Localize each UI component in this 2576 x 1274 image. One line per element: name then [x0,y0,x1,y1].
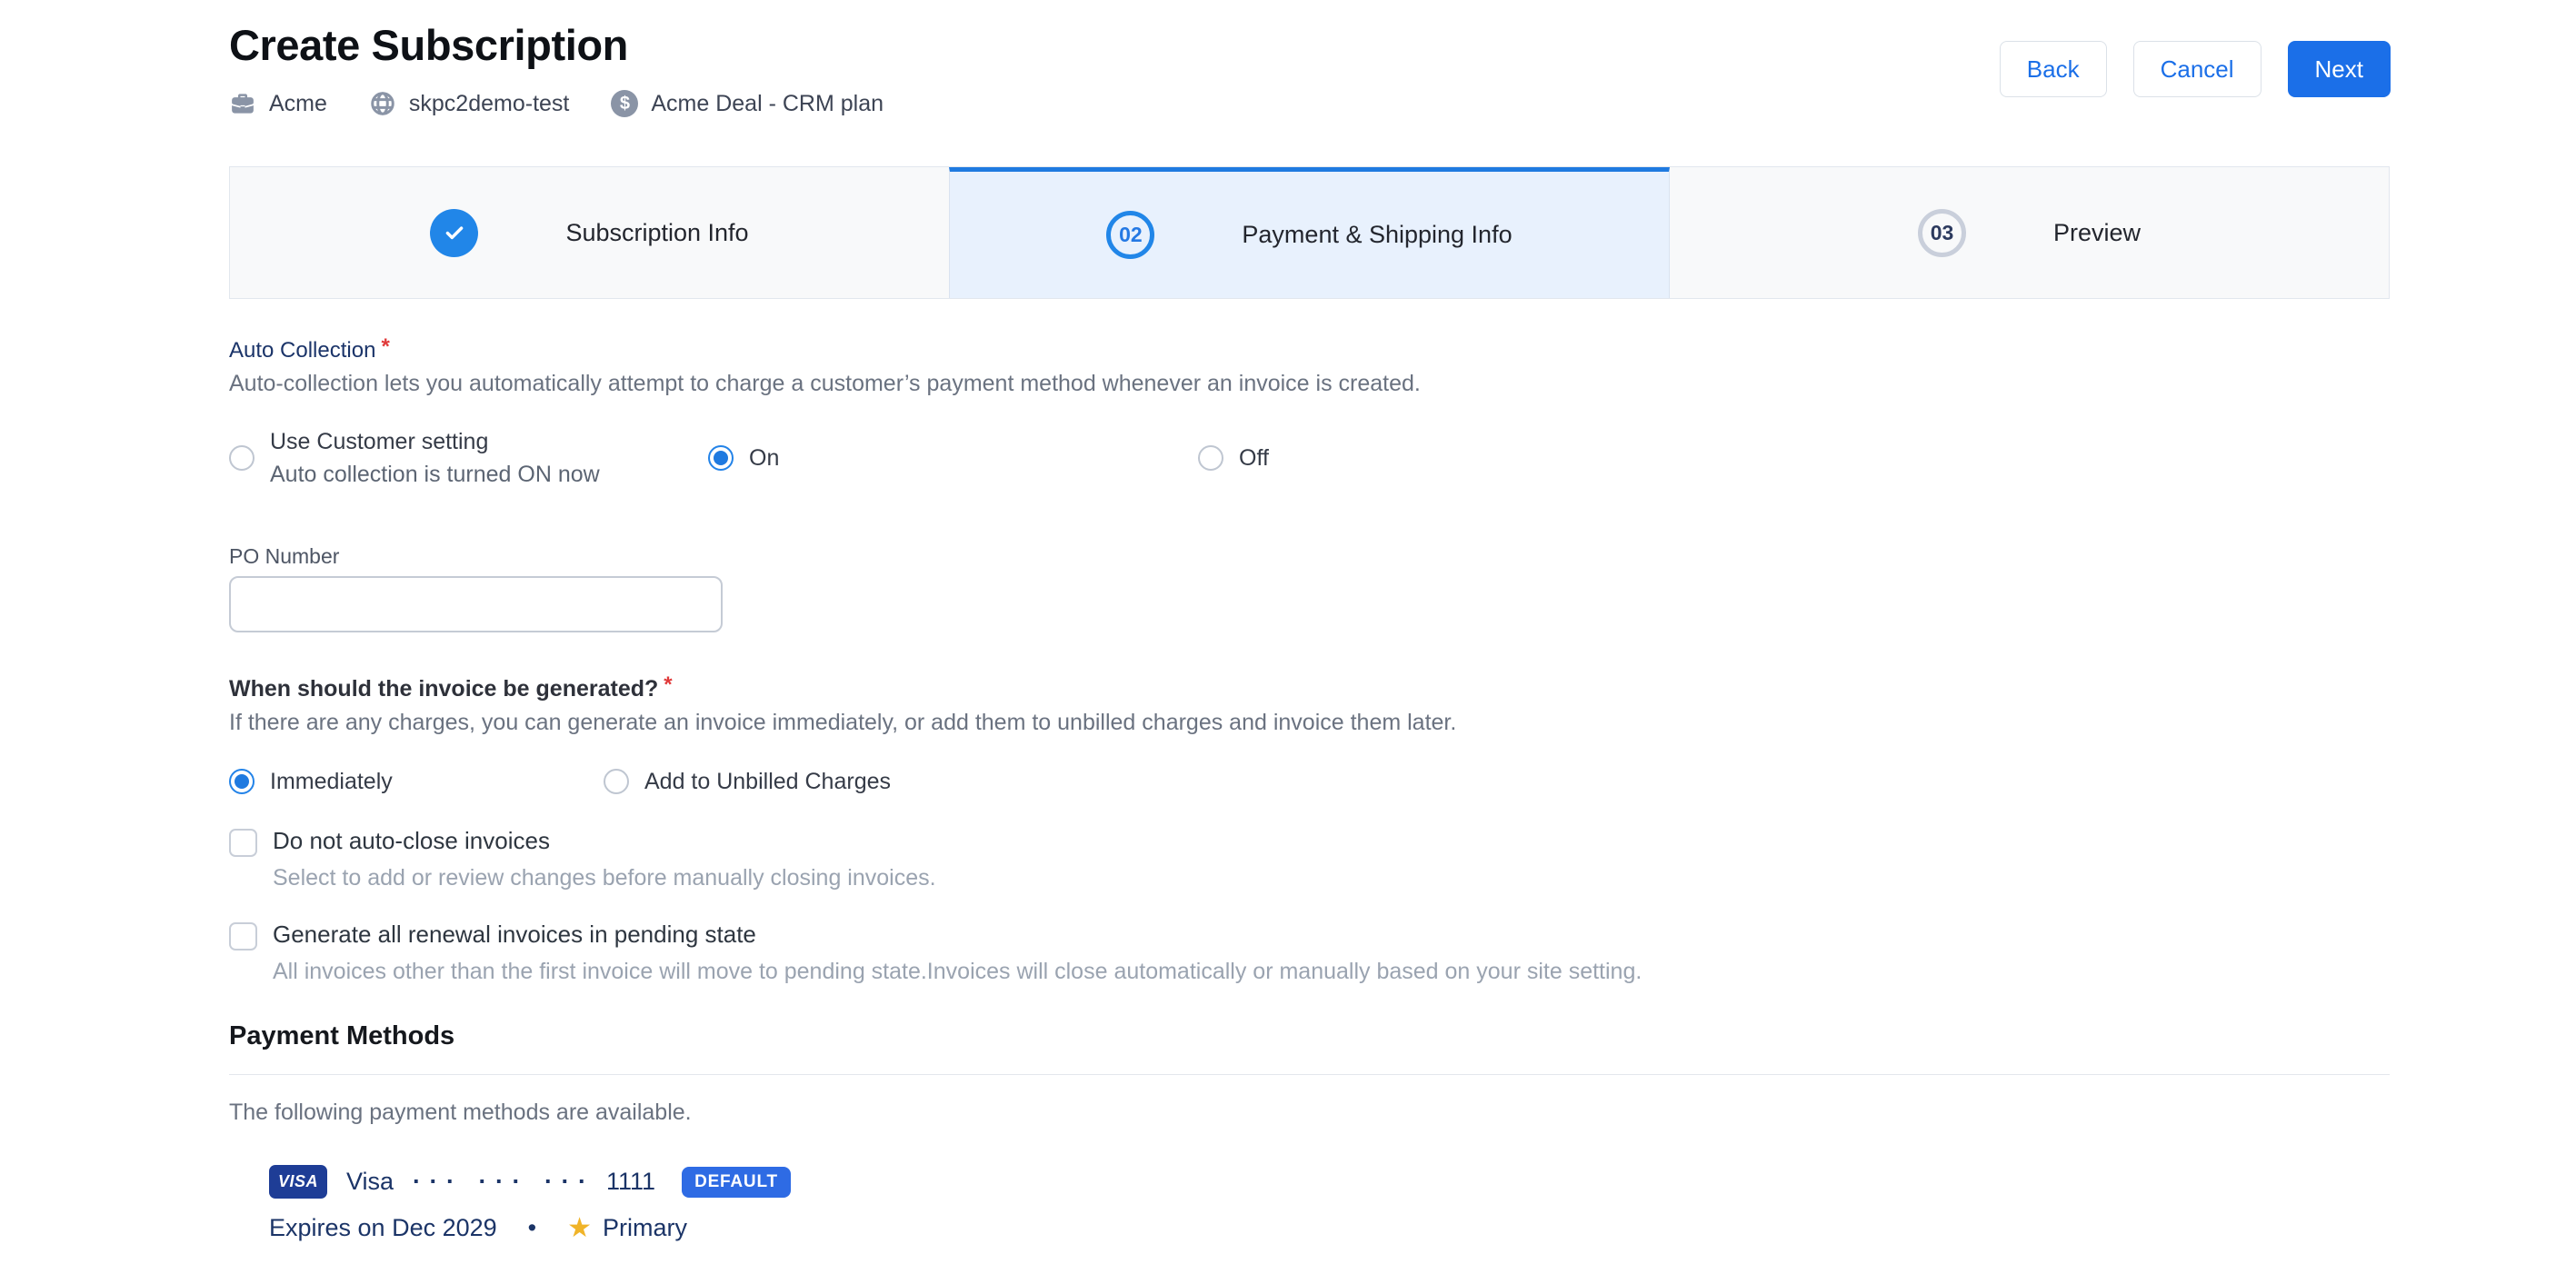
invoice-generation-label: When should the invoice be generated? * [229,676,673,702]
page-title: Create Subscription [229,20,628,70]
payment-method-card[interactable]: VISA Visa · · · · · · · · · 1111 DEFAULT… [269,1165,791,1244]
radio-use-customer-setting[interactable]: Use Customer setting Auto collection is … [229,423,600,493]
checkbox-renewal-pending-state[interactable]: Generate all renewal invoices in pending… [229,921,1642,985]
radio-label: On [749,445,779,472]
radio-add-to-unbilled-charges[interactable]: Add to Unbilled Charges [604,761,891,801]
back-button[interactable]: Back [2000,41,2107,97]
step-label: Payment & Shipping Info [1242,221,1512,249]
radio-label: Immediately [270,769,393,795]
step-label: Preview [2053,219,2141,247]
card-brand: Visa [346,1168,394,1196]
payment-method-subrow: Expires on Dec 2029 • ★ Primary [269,1212,791,1244]
breadcrumb-deal-label: Acme Deal - CRM plan [651,91,884,117]
primary-label: Primary [603,1214,687,1242]
breadcrumb-site: skpc2demo-test [369,90,569,117]
default-badge: DEFAULT [682,1167,791,1198]
checkbox-description: All invoices other than the first invoic… [273,959,1642,985]
card-masked-digits: · · · · · · · · · [413,1168,587,1196]
breadcrumb-customer: Acme [229,90,327,117]
step-number: 02 [1106,211,1154,259]
required-asterisk: * [664,674,672,696]
checkbox-icon[interactable] [229,922,257,951]
step-number: 03 [1918,209,1966,257]
checkbox-icon[interactable] [229,829,257,857]
divider [229,1074,2390,1075]
auto-collection-description: Auto-collection lets you automatically a… [229,371,1421,397]
invoice-generation-label-text: When should the invoice be generated? [229,676,658,702]
step-label: Subscription Info [565,219,748,247]
step-subscription-info[interactable]: Subscription Info [230,167,949,298]
radio-invoice-immediately[interactable]: Immediately [229,761,393,801]
radio-label: Off [1239,445,1269,472]
payment-methods-title: Payment Methods [229,1021,454,1051]
radio-icon-selected[interactable] [708,445,734,471]
radio-label: Use Customer setting [270,429,600,455]
wizard-stepper: Subscription Info 02 Payment & Shipping … [229,166,2390,299]
card-expiry: Expires on Dec 2029 [269,1214,497,1242]
card-last4: 1111 [606,1168,655,1196]
visa-card-icon: VISA [269,1165,327,1199]
radio-icon-selected[interactable] [229,769,255,794]
step-preview[interactable]: 03 Preview [1670,167,2389,298]
globe-icon [369,90,396,117]
breadcrumb-site-label: skpc2demo-test [409,91,569,117]
breadcrumb: Acme skpc2demo-test $ Acme Deal - CRM pl… [229,90,884,117]
star-icon: ★ [567,1212,592,1244]
radio-icon[interactable] [229,445,255,471]
radio-sublabel: Auto collection is turned ON now [270,462,600,488]
radio-icon[interactable] [1198,445,1223,471]
radio-label: Add to Unbilled Charges [644,769,891,795]
header-actions: Back Cancel Next [2000,41,2391,97]
po-number-input[interactable] [229,576,723,632]
dollar-circle-icon: $ [611,90,638,117]
briefcase-icon [229,90,256,117]
dot-separator: • [528,1214,536,1242]
po-number-label: PO Number [229,544,339,569]
auto-collection-label-text: Auto Collection [229,338,375,363]
breadcrumb-deal: $ Acme Deal - CRM plan [611,90,884,117]
auto-collection-label: Auto Collection * [229,338,390,363]
step-payment-shipping-info[interactable]: 02 Payment & Shipping Info [949,167,1670,298]
breadcrumb-customer-label: Acme [269,91,327,117]
radio-auto-collection-on[interactable]: On [708,423,779,493]
invoice-generation-description: If there are any charges, you can genera… [229,710,1456,736]
checkbox-label: Do not auto-close invoices [273,827,936,855]
radio-icon[interactable] [604,769,629,794]
payment-methods-description: The following payment methods are availa… [229,1100,692,1126]
payment-method-row: VISA Visa · · · · · · · · · 1111 DEFAULT [269,1165,791,1199]
checkbox-do-not-auto-close[interactable]: Do not auto-close invoices Select to add… [229,827,936,891]
checkbox-label: Generate all renewal invoices in pending… [273,921,1642,949]
next-button[interactable]: Next [2288,41,2391,97]
checkbox-description: Select to add or review changes before m… [273,865,936,891]
required-asterisk: * [381,336,389,358]
check-icon [430,209,478,257]
cancel-button[interactable]: Cancel [2133,41,2261,97]
radio-auto-collection-off[interactable]: Off [1198,423,1269,493]
